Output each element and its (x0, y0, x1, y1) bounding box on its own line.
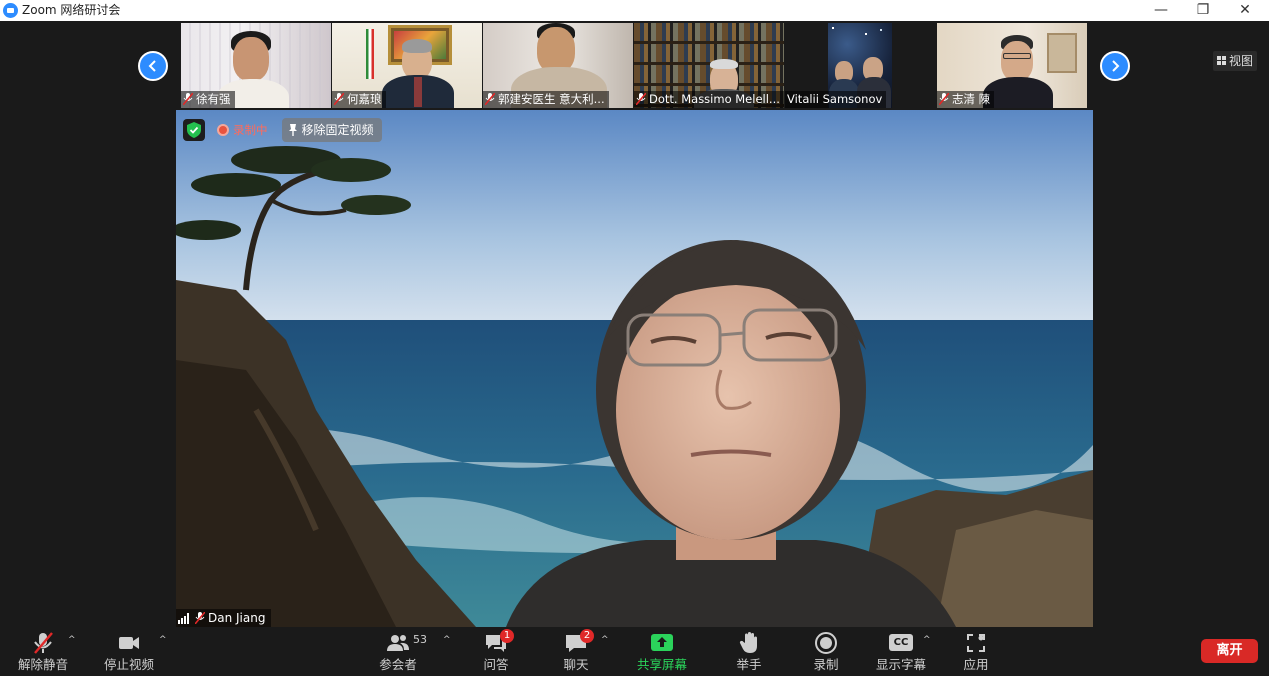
audio-options-caret-icon[interactable]: ^ (68, 635, 76, 645)
speaker-video-frame (176, 110, 1093, 627)
participant-strip: 徐有强 何嘉琅 郭建安医生 意大利... Dott. Massimo Melel… (0, 21, 1269, 109)
main-speaker-video[interactable]: 录制中 移除固定视频 Dan Jiang (176, 110, 1093, 627)
title-bar: Zoom 网络研讨会 — ❐ ✕ (0, 0, 1269, 21)
participant-nameplate: Dott. Massimo Melell... (634, 91, 784, 108)
participant-nameplate: 郭建安医生 意大利... (483, 91, 609, 108)
window-title: Zoom 网络研讨会 (22, 3, 121, 17)
mic-muted-icon (636, 93, 646, 105)
mic-muted-icon (485, 93, 495, 105)
participant-nameplate: 志清 陳 (937, 91, 995, 108)
unmute-label: 解除静音 (17, 657, 68, 672)
unpin-video-button[interactable]: 移除固定视频 (281, 118, 382, 142)
recording-label: 录制中 (233, 123, 268, 137)
view-button[interactable]: 视图 (1213, 51, 1258, 71)
participants-label: 参会者 (379, 657, 417, 672)
participant-tile[interactable]: 徐有强 (181, 23, 331, 108)
participant-nameplate: 何嘉琅 (332, 91, 386, 108)
qa-badge: 1 (500, 629, 514, 643)
chat-label: 聊天 (563, 657, 589, 672)
apps-button[interactable]: 应用 (956, 631, 996, 673)
participant-name: Vitalii Samsonov (787, 92, 883, 106)
unpin-video-label: 移除固定视频 (301, 123, 374, 137)
participant-name: 何嘉琅 (347, 92, 382, 106)
record-label: 录制 (813, 657, 839, 672)
speaker-nameplate: Dan Jiang (176, 609, 272, 627)
captions-options-caret-icon[interactable]: ^ (923, 635, 931, 645)
participant-name: 徐有强 (196, 92, 231, 106)
mic-muted-icon (34, 632, 53, 654)
video-options-caret-icon[interactable]: ^ (159, 635, 167, 645)
restore-button[interactable]: ❐ (1183, 0, 1223, 21)
participant-tile[interactable]: 何嘉琅 (332, 23, 482, 108)
participants-icon (387, 635, 409, 651)
meeting-toolbar: 解除静音 ^ 停止视频 ^ 参会者 53 ^ 1 问答 2 聊天 ^ 共享屏幕 … (0, 627, 1269, 676)
participant-nameplate: 徐有强 (181, 91, 235, 108)
participant-nameplate: Vitalii Samsonov (785, 91, 887, 108)
participants-count: 53 (413, 633, 427, 646)
participant-name: Dott. Massimo Melell... (649, 92, 780, 106)
record-icon (815, 632, 837, 654)
stop-video-label: 停止视频 (103, 657, 154, 672)
video-camera-icon (119, 637, 139, 649)
recording-dot-icon (217, 124, 229, 136)
next-page-button[interactable] (1100, 51, 1130, 81)
raise-hand-label: 举手 (736, 657, 762, 672)
record-button[interactable]: 录制 (806, 631, 846, 673)
share-screen-button[interactable]: 共享屏幕 (634, 631, 690, 673)
apps-icon (967, 634, 985, 652)
signal-strength-icon (178, 612, 192, 624)
zoom-logo-icon (3, 3, 18, 18)
apps-label: 应用 (963, 657, 989, 672)
participants-options-caret-icon[interactable]: ^ (443, 635, 451, 645)
chevron-left-icon (148, 60, 156, 72)
participant-name: 志清 陳 (952, 92, 991, 106)
participant-name: 郭建安医生 意大利... (498, 92, 605, 106)
chat-badge: 2 (580, 629, 594, 643)
chevron-right-icon (1112, 60, 1120, 72)
participant-tile[interactable]: 郭建安医生 意大利... (483, 23, 633, 108)
qa-label: 问答 (483, 657, 509, 672)
grid-icon (1217, 56, 1226, 65)
recording-indicator: 录制中 (213, 119, 274, 141)
chat-button[interactable]: 2 聊天 (556, 629, 596, 673)
stop-video-button[interactable]: 停止视频 (100, 631, 158, 673)
closed-captions-icon: CC (889, 634, 913, 651)
participant-tile[interactable]: 志清 陳 (937, 23, 1087, 108)
raise-hand-button[interactable]: 举手 (729, 631, 769, 673)
share-screen-icon (651, 634, 673, 651)
share-screen-label: 共享屏幕 (636, 657, 687, 672)
raise-hand-icon (739, 632, 757, 653)
security-shield-icon[interactable] (183, 119, 205, 141)
leave-button[interactable]: 离开 (1201, 639, 1258, 663)
participant-tile[interactable]: Vitalii Samsonov (785, 23, 935, 108)
prev-page-button[interactable] (138, 51, 168, 81)
pin-icon (288, 124, 297, 136)
mic-muted-icon (183, 93, 193, 105)
mic-muted-icon (334, 93, 344, 105)
mic-muted-icon (939, 93, 949, 105)
view-button-label: 视图 (1229, 54, 1254, 68)
unmute-button[interactable]: 解除静音 (14, 631, 72, 673)
captions-label: 显示字幕 (875, 657, 926, 672)
speaker-name: Dan Jiang (208, 611, 266, 625)
qa-button[interactable]: 1 问答 (476, 629, 516, 673)
mic-muted-icon (195, 612, 205, 624)
chat-options-caret-icon[interactable]: ^ (601, 635, 609, 645)
close-button[interactable]: ✕ (1225, 0, 1265, 21)
minimize-button[interactable]: — (1141, 0, 1181, 21)
meeting-status-bar: 录制中 移除固定视频 (183, 118, 382, 142)
captions-button[interactable]: CC 显示字幕 (873, 631, 929, 673)
participant-tile[interactable]: Dott. Massimo Melell... (634, 23, 784, 108)
